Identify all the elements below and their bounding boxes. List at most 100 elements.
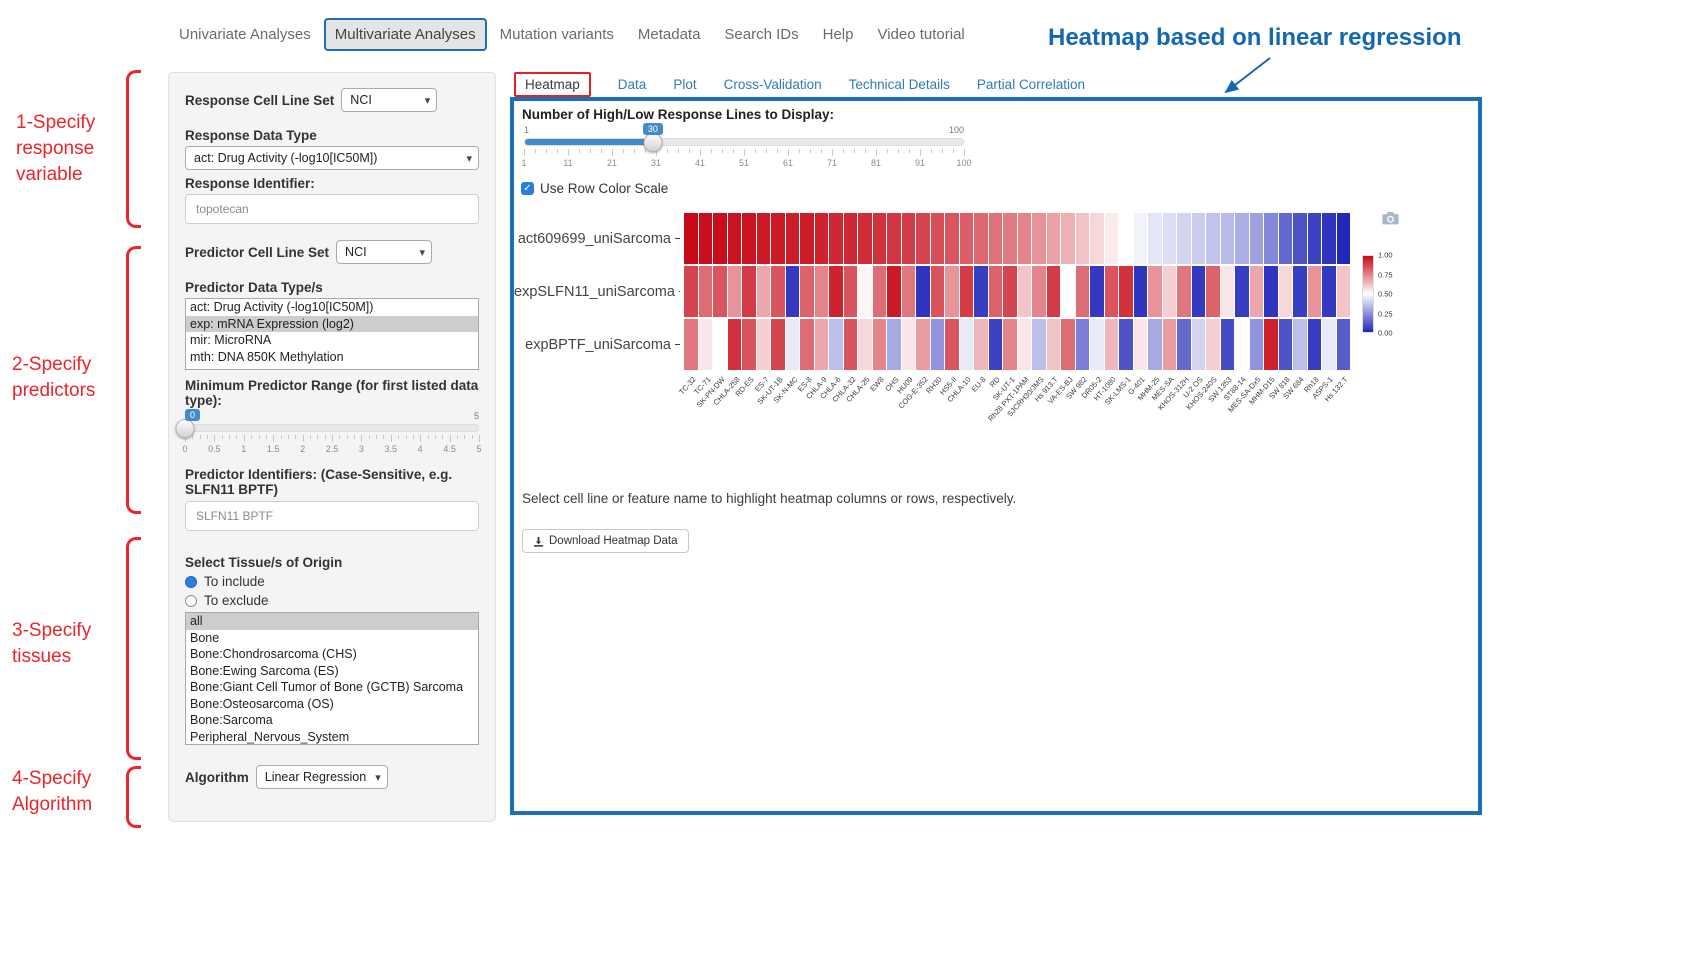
nav-tab-help[interactable]: Help xyxy=(812,18,865,51)
predictor-cell-line-set-select[interactable]: NCI ▾ xyxy=(336,240,432,264)
predictor-data-type-option-mir-microrna[interactable]: mir: MicroRNA xyxy=(186,332,478,349)
slider-tick xyxy=(332,435,333,442)
heatmap-cell xyxy=(1003,266,1017,317)
response-lines-slider-label: Number of High/Low Response Lines to Dis… xyxy=(522,107,834,122)
min-predictor-range-label: Minimum Predictor Range (for first liste… xyxy=(185,378,479,408)
download-heatmap-data-button[interactable]: Download Heatmap Data xyxy=(522,529,689,553)
slider-tick xyxy=(920,149,921,156)
tissue-origin-listbox[interactable]: allBoneBone:Chondrosarcoma (CHS)Bone:Ewi… xyxy=(185,612,479,745)
slider-max-label: 100 xyxy=(949,125,964,135)
slider-tick-minor xyxy=(428,435,429,439)
slider-track[interactable] xyxy=(524,138,964,146)
tab-cross-validation[interactable]: Cross-Validation xyxy=(724,77,822,92)
predictor-data-types-listbox[interactable]: act: Drug Activity (-log10[IC50M])exp: m… xyxy=(185,298,479,370)
predictor-identifiers-input[interactable] xyxy=(185,501,479,531)
heatmap-cell xyxy=(1322,266,1336,317)
slider-tick-minor xyxy=(207,435,208,439)
nav-tab-mutation-variants[interactable]: Mutation variants xyxy=(489,18,625,51)
tissue-exclude-radio[interactable]: To exclude xyxy=(185,593,479,608)
slider-tick-label: 1.5 xyxy=(267,444,280,454)
heatmap-cell xyxy=(1148,319,1162,370)
heatmap-row-label-act609699-unisarcoma[interactable]: act609699_uniSarcoma xyxy=(514,213,680,264)
heatmap-row-label-expslfn11-unisarcoma[interactable]: expSLFN11_uniSarcoma xyxy=(514,266,680,317)
heatmap-cell xyxy=(1076,213,1090,264)
slider-tick-minor xyxy=(457,435,458,439)
slider-tick-minor xyxy=(777,149,778,153)
heatmap-cell xyxy=(1076,319,1090,370)
heatmap-cell xyxy=(1061,319,1075,370)
use-row-color-scale-checkbox[interactable]: ✓ Use Row Color Scale xyxy=(521,181,668,196)
heatmap-plot-area[interactable] xyxy=(684,213,1350,370)
heatmap-cell xyxy=(1047,266,1061,317)
slider-tick-label: 71 xyxy=(827,158,837,168)
slider-tick-label: 21 xyxy=(607,158,617,168)
slider-tick-minor xyxy=(369,435,370,439)
heatmap-row-label-expbptf-unisarcoma[interactable]: expBPTF_uniSarcoma xyxy=(514,319,680,370)
heatmap-cell xyxy=(873,266,887,317)
nav-tab-metadata[interactable]: Metadata xyxy=(627,18,712,51)
slider-tick-minor xyxy=(821,149,822,153)
heatmap-cell xyxy=(1293,213,1307,264)
response-cell-line-set-select[interactable]: NCI ▾ xyxy=(341,88,437,112)
predictor-data-type-option-act-drug-activity-log10-ic50m[interactable]: act: Drug Activity (-log10[IC50M]) xyxy=(186,299,478,316)
slider-tick-label: 100 xyxy=(956,158,971,168)
tab-data[interactable]: Data xyxy=(618,77,647,92)
heatmap-cell xyxy=(728,266,742,317)
tissue-option-bone-osteosarcoma-os[interactable]: Bone:Osteosarcoma (OS) xyxy=(186,696,478,713)
slider-tick-label: 3 xyxy=(359,444,364,454)
heatmap-cell xyxy=(1206,319,1220,370)
nav-tab-video-tutorial[interactable]: Video tutorial xyxy=(866,18,975,51)
predictor-data-type-option-mth-dna-850k-methylation[interactable]: mth: DNA 850K Methylation xyxy=(186,349,478,366)
response-data-type-select[interactable]: act: Drug Activity (-log10[IC50M]) ▾ xyxy=(185,146,479,170)
annotation-bracket-3 xyxy=(126,537,141,760)
response-identifier-input[interactable] xyxy=(185,194,479,224)
slider-handle[interactable] xyxy=(643,133,662,152)
slider-tick xyxy=(832,149,833,156)
response-lines-slider[interactable]: 1 100 30 1112131415161718191100 xyxy=(524,125,964,175)
slider-tick-minor xyxy=(898,149,899,153)
heatmap-column-labels: TC-32TC-71SK-PN-DWCHLA-258RD-ESES-7SK-UT… xyxy=(684,373,1350,493)
nav-tab-search-ids[interactable]: Search IDs xyxy=(713,18,809,51)
heatmap-cell xyxy=(1105,213,1119,264)
tissue-option-peripheral-nervous-system[interactable]: Peripheral_Nervous_System xyxy=(186,729,478,746)
heatmap-cell xyxy=(931,213,945,264)
result-tabs: Heatmap Data Plot Cross-Validation Technical… xyxy=(514,72,1085,97)
slider-tick-minor xyxy=(435,435,436,439)
heatmap-panel: Number of High/Low Response Lines to Dis… xyxy=(510,97,1482,815)
heatmap-cell xyxy=(1047,319,1061,370)
slider-tick-minor xyxy=(222,435,223,439)
tab-partial-correlation[interactable]: Partial Correlation xyxy=(977,77,1085,92)
min-predictor-range-slider[interactable]: 5 0 00.511.522.533.544.55 xyxy=(185,411,479,461)
algorithm-select[interactable]: Linear Regression ▾ xyxy=(256,765,388,789)
tab-plot[interactable]: Plot xyxy=(673,77,696,92)
slider-handle[interactable] xyxy=(176,419,195,438)
tissue-option-bone-ewing-sarcoma-es[interactable]: Bone:Ewing Sarcoma (ES) xyxy=(186,663,478,680)
camera-download-plot-icon[interactable] xyxy=(1382,211,1399,230)
heatmap-cell xyxy=(757,266,771,317)
tissue-include-radio[interactable]: To include xyxy=(185,574,479,589)
heatmap-cell xyxy=(1119,213,1133,264)
slider-tick-label: 4 xyxy=(418,444,423,454)
tissue-option-all[interactable]: all xyxy=(186,613,478,630)
tissue-option-bone-chondrosarcoma-chs[interactable]: Bone:Chondrosarcoma (CHS) xyxy=(186,646,478,663)
slider-tick-minor xyxy=(442,435,443,439)
tissue-option-bone[interactable]: Bone xyxy=(186,630,478,647)
nav-tab-univariate-analyses[interactable]: Univariate Analyses xyxy=(168,18,322,51)
tab-technical-details[interactable]: Technical Details xyxy=(849,77,950,92)
tab-heatmap[interactable]: Heatmap xyxy=(514,72,591,97)
heatmap-cell xyxy=(1134,319,1148,370)
tissue-option-bone-giant-cell-tumor-of-bone-gctb-sarcoma[interactable]: Bone:Giant Cell Tumor of Bone (GCTB) Sar… xyxy=(186,679,478,696)
predictor-data-type-option-exp-mrna-expression-log2[interactable]: exp: mRNA Expression (log2) xyxy=(186,316,478,333)
heatmap-cell xyxy=(1076,266,1090,317)
heatmap-cell xyxy=(974,319,988,370)
slider-tick-minor xyxy=(281,435,282,439)
slider-tick-label: 1 xyxy=(241,444,246,454)
slider-tick-minor xyxy=(259,435,260,439)
slider-track[interactable] xyxy=(185,424,479,432)
slider-grid: 1112131415161718191100 xyxy=(524,149,964,171)
algorithm-label: Algorithm xyxy=(185,770,249,785)
slider-tick-minor xyxy=(398,435,399,439)
tissue-option-bone-sarcoma[interactable]: Bone:Sarcoma xyxy=(186,712,478,729)
nav-tab-multivariate-analyses[interactable]: Multivariate Analyses xyxy=(324,18,487,51)
slider-tick-minor xyxy=(799,149,800,153)
